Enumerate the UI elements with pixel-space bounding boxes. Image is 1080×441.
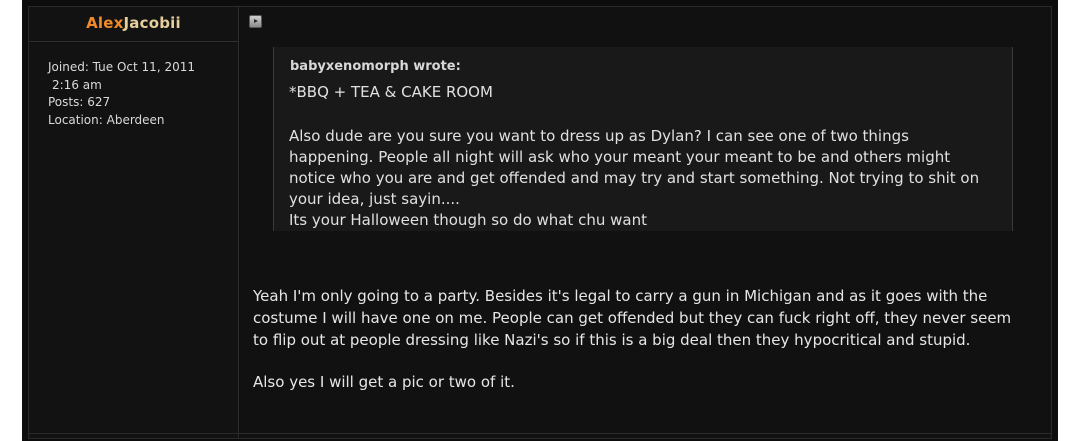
quote-line: Also dude are you sure you want to dress… (289, 127, 909, 145)
joined-date: Joined: Tue Oct 11, 2011 (48, 60, 195, 74)
forum-frame: AlexJacobii Joined: Tue Oct 11, 2011 2:1… (22, 0, 1058, 441)
forum-post: AlexJacobii Joined: Tue Oct 11, 2011 2:1… (28, 6, 1052, 439)
quote-block: babyxenomorph wrote: *BBQ + TEA & CAKE R… (273, 47, 1013, 231)
joined-time: 2:16 am (52, 77, 102, 92)
author-name-part2[interactable]: Jacobii (124, 14, 181, 32)
quote-line: notice who you are and get offended and … (289, 169, 980, 187)
post-count: Posts: 627 (48, 95, 111, 109)
quote-line: Its your Halloween though so do what chu… (289, 211, 647, 229)
post-content: babyxenomorph wrote: *BBQ + TEA & CAKE R… (240, 7, 1051, 438)
reply-line: to flip out at people dressing like Nazi… (253, 331, 971, 349)
author-divider (29, 41, 238, 42)
author-location: Location: Aberdeen (48, 112, 165, 127)
quote-line: your idea, just sayin.... (289, 190, 460, 208)
quote-line: *BBQ + TEA & CAKE ROOM (289, 83, 493, 101)
author-info: Joined: Tue Oct 11, 2011 2:16 am Posts: … (48, 59, 195, 129)
post-bottom-divider (29, 433, 1051, 434)
quote-line: happening. People all night will ask who… (289, 148, 951, 166)
author-name-part1[interactable]: Alex (86, 14, 123, 32)
post-icon[interactable] (249, 15, 262, 28)
reply-line: costume I will have one on me. People ca… (253, 309, 1012, 327)
author-name[interactable]: AlexJacobii (29, 14, 238, 32)
reply-line: Also yes I will get a pic or two of it. (253, 373, 515, 391)
quote-author: babyxenomorph wrote: (290, 59, 461, 74)
author-panel: AlexJacobii Joined: Tue Oct 11, 2011 2:1… (29, 7, 239, 438)
reply-line: Yeah I'm only going to a party. Besides … (253, 287, 988, 305)
